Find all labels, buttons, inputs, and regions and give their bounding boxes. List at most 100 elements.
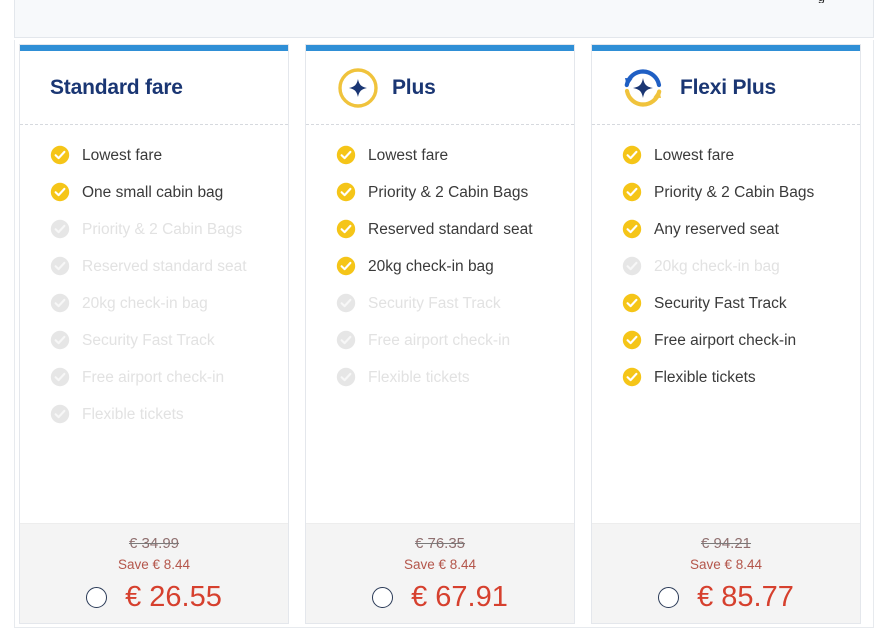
feature-label: 20kg check-in bag <box>654 258 780 275</box>
feature-item: Reserved standard seat <box>336 217 556 242</box>
card-title: Plus <box>392 75 436 99</box>
feature-label: Priority & 2 Cabin Bags <box>82 221 243 238</box>
feature-label: Flexible tickets <box>654 369 756 386</box>
final-price: € 85.77 <box>697 581 794 613</box>
feature-label: One small cabin bag <box>82 184 224 201</box>
check-circle-disabled-icon <box>336 330 356 350</box>
check-circle-icon <box>622 330 642 350</box>
check-circle-disabled-icon <box>50 404 70 424</box>
check-circle-icon <box>336 182 356 202</box>
savings-text: Save € 8.44 <box>117 557 191 572</box>
fare-options-container: Standard fare Lowest fare One small cabin … <box>14 40 874 628</box>
feature-item: Priority & 2 Cabin Bags <box>622 180 842 205</box>
card-price-footer[interactable]: € 76.35 Save € 8.44 € 67.91 <box>306 523 574 623</box>
feature-label: Free airport check-in <box>654 332 797 349</box>
check-circle-disabled-icon <box>50 367 70 387</box>
feature-item: 20kg check-in bag <box>622 254 842 279</box>
feature-item: 20kg check-in bag <box>50 291 270 316</box>
plus-circle-icon <box>336 66 380 110</box>
check-circle-disabled-icon <box>50 219 70 239</box>
fare-card-plus[interactable]: Plus Lowest fare Priority & 2 Cabin Bags Re… <box>305 44 575 624</box>
feature-item: Flexible tickets <box>50 402 270 427</box>
fare-card-flexi-plus[interactable]: Flexi Plus Lowest fare Priority & 2 Cabin … <box>591 44 861 624</box>
check-circle-icon <box>622 219 642 239</box>
check-circle-icon <box>50 145 70 165</box>
feature-label: Free airport check-in <box>82 369 225 386</box>
feature-item: Priority & 2 Cabin Bags <box>336 180 556 205</box>
feature-label: Lowest fare <box>368 147 449 164</box>
select-fare-radio[interactable] <box>86 586 108 608</box>
price-select-row: € 85.77 <box>592 580 860 614</box>
original-price: € 76.35 <box>414 535 466 552</box>
feature-label: Flexible tickets <box>368 369 470 386</box>
feature-item: Free airport check-in <box>50 365 270 390</box>
card-title: Standard fare <box>50 75 183 99</box>
fare-selection-page: g Standard fare Lowest fare One small cabi… <box>0 0 893 643</box>
final-price: € 67.91 <box>411 581 508 613</box>
feature-item: Any reserved seat <box>622 217 842 242</box>
card-header: Plus <box>306 51 574 125</box>
feature-label: Reserved standard seat <box>368 221 533 238</box>
check-circle-disabled-icon <box>50 256 70 276</box>
top-panel: g <box>14 0 874 38</box>
flexi-refresh-plus-icon <box>618 65 668 111</box>
check-circle-icon <box>622 367 642 387</box>
check-circle-disabled-icon <box>50 330 70 350</box>
select-fare-radio[interactable] <box>658 586 680 608</box>
feature-label: Priority & 2 Cabin Bags <box>654 184 815 201</box>
check-circle-icon <box>336 256 356 276</box>
feature-item: Free airport check-in <box>622 328 842 353</box>
feature-label: Free airport check-in <box>368 332 511 349</box>
feature-label: Security Fast Track <box>654 295 787 312</box>
card-price-footer[interactable]: € 34.99 Save € 8.44 € 26.55 <box>20 523 288 623</box>
price-select-row: € 67.91 <box>306 580 574 614</box>
savings-text: Save € 8.44 <box>689 557 763 572</box>
feature-label: Any reserved seat <box>654 221 779 238</box>
price-select-row: € 26.55 <box>20 580 288 614</box>
fare-card-standard-fare[interactable]: Standard fare Lowest fare One small cabin … <box>19 44 289 624</box>
savings-text: Save € 8.44 <box>403 557 477 572</box>
check-circle-icon <box>50 182 70 202</box>
check-circle-icon <box>622 293 642 313</box>
feature-label: Lowest fare <box>654 147 735 164</box>
feature-label: Security Fast Track <box>82 332 215 349</box>
feature-label: Security Fast Track <box>368 295 501 312</box>
check-circle-icon <box>336 145 356 165</box>
feature-item: One small cabin bag <box>50 180 270 205</box>
card-title: Flexi Plus <box>680 75 777 99</box>
final-price: € 26.55 <box>125 581 222 613</box>
feature-item: Flexible tickets <box>336 365 556 390</box>
original-price: € 94.21 <box>700 535 752 552</box>
feature-list: Lowest fare One small cabin bag Priority &… <box>20 125 288 523</box>
feature-label: Reserved standard seat <box>82 258 247 275</box>
feature-item: Free airport check-in <box>336 328 556 353</box>
card-header: Flexi Plus <box>592 51 860 125</box>
original-price: € 34.99 <box>128 535 180 552</box>
feature-label: 20kg check-in bag <box>82 295 208 312</box>
select-fare-radio[interactable] <box>372 586 394 608</box>
feature-item: Security Fast Track <box>336 291 556 316</box>
feature-item: Security Fast Track <box>622 291 842 316</box>
check-circle-disabled-icon <box>336 367 356 387</box>
check-circle-disabled-icon <box>336 293 356 313</box>
feature-item: Security Fast Track <box>50 328 270 353</box>
feature-item: Reserved standard seat <box>50 254 270 279</box>
feature-list: Lowest fare Priority & 2 Cabin Bags Any re… <box>592 125 860 523</box>
check-circle-icon <box>622 145 642 165</box>
card-header: Standard fare <box>20 51 288 125</box>
feature-item: Priority & 2 Cabin Bags <box>50 217 270 242</box>
feature-item: Lowest fare <box>50 143 270 168</box>
check-circle-disabled-icon <box>622 256 642 276</box>
feature-label: Priority & 2 Cabin Bags <box>368 184 529 201</box>
feature-item: 20kg check-in bag <box>336 254 556 279</box>
feature-label: 20kg check-in bag <box>368 258 494 275</box>
card-price-footer[interactable]: € 94.21 Save € 8.44 € 85.77 <box>592 523 860 623</box>
feature-item: Lowest fare <box>622 143 842 168</box>
check-circle-disabled-icon <box>50 293 70 313</box>
clipped-text: g <box>818 0 825 3</box>
feature-item: Lowest fare <box>336 143 556 168</box>
feature-item: Flexible tickets <box>622 365 842 390</box>
feature-list: Lowest fare Priority & 2 Cabin Bags Reserv… <box>306 125 574 523</box>
feature-label: Lowest fare <box>82 147 163 164</box>
check-circle-icon <box>336 219 356 239</box>
